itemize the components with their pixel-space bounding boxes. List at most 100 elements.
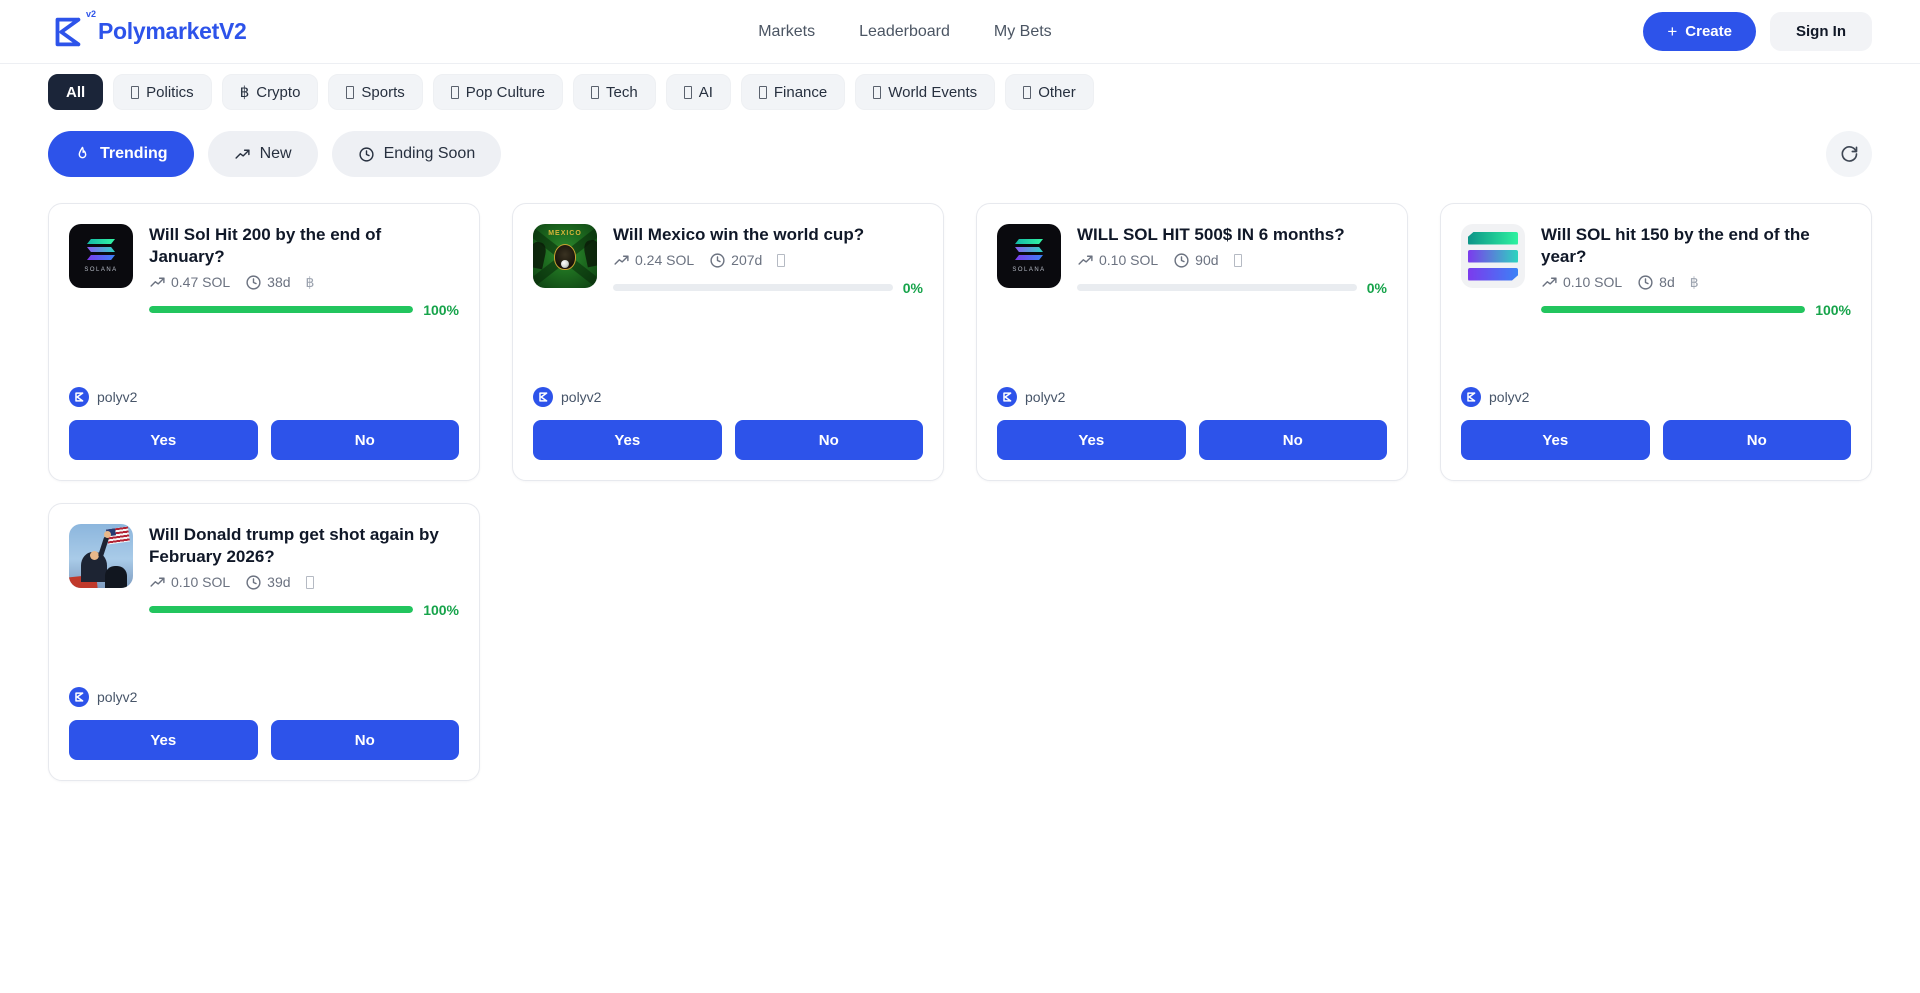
probability-fill bbox=[1541, 306, 1805, 313]
solana-bar bbox=[1468, 232, 1518, 245]
sort-pill-new[interactable]: New bbox=[208, 131, 318, 177]
probability-track bbox=[1077, 284, 1357, 291]
market-thumbnail: SOLANA bbox=[997, 224, 1061, 288]
sort-pill-label: Trending bbox=[100, 145, 168, 163]
market-card-body: WILL SOL HIT 500$ IN 6 months?0.10 SOL90… bbox=[1077, 224, 1387, 296]
market-thumbnail bbox=[1461, 224, 1525, 288]
category-chip-finance[interactable]: Finance bbox=[741, 74, 845, 110]
market-stats: 0.47 SOL38d฿ bbox=[149, 274, 459, 291]
trend-up-icon bbox=[1077, 252, 1094, 269]
market-card[interactable]: SOLANAWILL SOL HIT 500$ IN 6 months?0.10… bbox=[976, 203, 1408, 481]
bet-actions: Yes No bbox=[997, 420, 1387, 460]
category-chip-politics[interactable]: Politics bbox=[113, 74, 212, 110]
market-card-body: Will Mexico win the world cup?0.24 SOL20… bbox=[613, 224, 923, 296]
thumb-decoration bbox=[105, 566, 127, 588]
yes-button[interactable]: Yes bbox=[997, 420, 1186, 460]
category-filter-bar: All Politics ฿CryptoSports Pop Culture Tech A… bbox=[48, 74, 1872, 110]
unknown-glyph-icon bbox=[777, 254, 785, 267]
category-chip-world-events[interactable]: World Events bbox=[855, 74, 995, 110]
refresh-button[interactable] bbox=[1826, 131, 1872, 177]
creator-row: polyv2 bbox=[69, 687, 459, 707]
time-left-stat: 90d bbox=[1173, 252, 1218, 269]
logo-version-superscript: v2 bbox=[86, 9, 96, 19]
volume-value: 0.47 SOL bbox=[171, 274, 230, 290]
market-card[interactable]: MEXICOWill Mexico win the world cup?0.24… bbox=[512, 203, 944, 481]
nav-item-my-bets[interactable]: My Bets bbox=[994, 23, 1052, 41]
sort-pill-ending-soon[interactable]: Ending Soon bbox=[332, 131, 502, 177]
category-glyph-icon bbox=[873, 86, 881, 99]
no-button[interactable]: No bbox=[271, 720, 460, 760]
no-button[interactable]: No bbox=[735, 420, 924, 460]
volume-value: 0.10 SOL bbox=[171, 574, 230, 590]
time-left-stat: 8d bbox=[1637, 274, 1675, 291]
create-button[interactable]: + Create bbox=[1643, 12, 1756, 51]
creator-row: polyv2 bbox=[997, 387, 1387, 407]
yes-button[interactable]: Yes bbox=[533, 420, 722, 460]
category-chip-sports[interactable]: Sports bbox=[328, 74, 422, 110]
no-button[interactable]: No bbox=[1663, 420, 1852, 460]
category-chip-ai[interactable]: AI bbox=[666, 74, 731, 110]
trend-up-icon bbox=[1541, 274, 1558, 291]
market-title: WILL SOL HIT 500$ IN 6 months? bbox=[1077, 224, 1387, 246]
sign-in-button[interactable]: Sign In bbox=[1770, 12, 1872, 51]
no-button[interactable]: No bbox=[1199, 420, 1388, 460]
market-title: Will Sol Hit 200 by the end of January? bbox=[149, 224, 459, 268]
nav-item-markets[interactable]: Markets bbox=[758, 23, 815, 41]
time-left-value: 39d bbox=[267, 574, 290, 590]
probability-bar-row: 100% bbox=[1541, 302, 1851, 318]
sort-pill-trending[interactable]: Trending bbox=[48, 131, 194, 177]
category-chip-tech[interactable]: Tech bbox=[573, 74, 656, 110]
header-actions: + Create Sign In bbox=[1643, 12, 1872, 51]
creator-avatar-icon bbox=[533, 387, 553, 407]
market-card-body: Will SOL hit 150 by the end of the year?… bbox=[1541, 224, 1851, 318]
market-card[interactable]: Will SOL hit 150 by the end of the year?… bbox=[1440, 203, 1872, 481]
volume-stat: 0.24 SOL bbox=[613, 252, 694, 269]
yes-button[interactable]: Yes bbox=[69, 420, 258, 460]
category-chip-crypto[interactable]: ฿Crypto bbox=[222, 74, 319, 110]
market-card-header: MEXICOWill Mexico win the world cup?0.24… bbox=[533, 224, 923, 296]
brand[interactable]: v2 PolymarketV2 bbox=[48, 13, 247, 51]
category-chip-all[interactable]: All bbox=[48, 74, 103, 110]
clock-icon bbox=[245, 574, 262, 591]
solana-bar bbox=[87, 239, 115, 244]
yes-button[interactable]: Yes bbox=[69, 720, 258, 760]
market-stats: 0.24 SOL207d bbox=[613, 252, 923, 269]
market-stats: 0.10 SOL 39d bbox=[149, 574, 459, 591]
time-left-value: 38d bbox=[267, 274, 290, 290]
clock-icon bbox=[709, 252, 726, 269]
plus-icon: + bbox=[1667, 23, 1677, 40]
probability-fill bbox=[149, 306, 413, 313]
market-card[interactable]: SOLANAWill Sol Hit 200 by the end of Jan… bbox=[48, 203, 480, 481]
category-chip-label: Tech bbox=[606, 84, 638, 101]
creator-name: polyv2 bbox=[97, 689, 137, 705]
creator-avatar-icon bbox=[1461, 387, 1481, 407]
no-button[interactable]: No bbox=[271, 420, 460, 460]
card-spacer bbox=[533, 296, 923, 387]
category-chip-other[interactable]: Other bbox=[1005, 74, 1094, 110]
yes-button[interactable]: Yes bbox=[1461, 420, 1650, 460]
probability-bar-row: 100% bbox=[149, 602, 459, 618]
thumb-decoration bbox=[582, 239, 597, 268]
nav-item-leaderboard[interactable]: Leaderboard bbox=[859, 23, 950, 41]
sort-pill-label: Ending Soon bbox=[384, 145, 476, 163]
card-spacer bbox=[69, 318, 459, 388]
probability-track bbox=[149, 306, 413, 313]
creator-name: polyv2 bbox=[1489, 389, 1529, 405]
solana-bar bbox=[87, 247, 115, 252]
category-chip-pop-culture[interactable]: Pop Culture bbox=[433, 74, 563, 110]
market-title: Will SOL hit 150 by the end of the year? bbox=[1541, 224, 1851, 268]
solana-bar bbox=[1468, 250, 1518, 263]
volume-stat: 0.47 SOL bbox=[149, 274, 230, 291]
market-stats: 0.10 SOL8d฿ bbox=[1541, 274, 1851, 291]
market-card[interactable]: Will Donald trump get shot again by Febr… bbox=[48, 503, 480, 781]
clock-icon bbox=[245, 274, 262, 291]
market-thumbnail bbox=[69, 524, 133, 588]
unknown-glyph-icon bbox=[306, 576, 314, 589]
category-glyph-icon bbox=[131, 86, 139, 99]
probability-fill bbox=[149, 606, 413, 613]
time-left-value: 8d bbox=[1659, 274, 1675, 290]
category-stat bbox=[1234, 254, 1242, 267]
bet-actions: Yes No bbox=[1461, 420, 1851, 460]
probability-percent: 0% bbox=[903, 280, 923, 296]
app-header: v2 PolymarketV2 Markets Leaderboard My Bet… bbox=[0, 0, 1920, 64]
